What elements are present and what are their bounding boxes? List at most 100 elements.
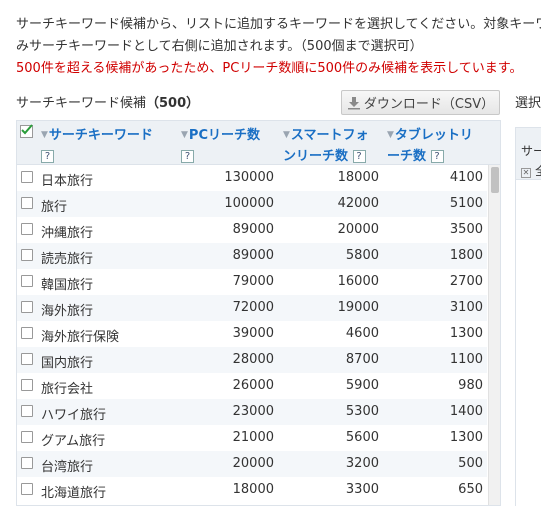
help-icon[interactable]: ? — [430, 150, 444, 163]
smartphone-reach-cell: 16000 — [337, 274, 379, 289]
pc-reach-cell: 20000 — [232, 456, 274, 471]
smartphone-reach-cell: 5900 — [345, 378, 379, 393]
smartphone-reach-cell: 8700 — [345, 352, 379, 367]
help-icon[interactable]: ? — [352, 150, 366, 163]
keyword-header-label: サーチキーワード — [48, 128, 153, 143]
tablet-reach-cell: 1400 — [449, 404, 483, 419]
smartphone-reach-cell: 4600 — [345, 326, 379, 341]
instructions: サーチキーワード候補から、リストに追加するキーワードを選択してください。対象キー… — [16, 14, 541, 80]
row-checkbox[interactable] — [21, 483, 33, 495]
selected-table-header: サー ✕ 全 — [516, 128, 541, 180]
row-checkbox[interactable] — [21, 301, 33, 313]
table-row[interactable]: 日本旅行 130000 18000 4100 — [17, 165, 487, 191]
tablet-header-line2: ーチ数 — [387, 149, 427, 164]
row-checkbox[interactable] — [21, 379, 33, 391]
download-icon — [347, 96, 360, 109]
tablet-reach-cell: 1800 — [449, 248, 483, 263]
row-checkbox[interactable] — [21, 353, 33, 365]
row-checkbox[interactable] — [21, 249, 33, 261]
keyword-cell: 国内旅行 — [41, 356, 94, 371]
remove-all-icon[interactable]: ✕ — [521, 168, 531, 178]
keyword-cell: グアム旅行 — [41, 434, 106, 449]
selected-section-title: 選択 — [515, 96, 541, 111]
row-checkbox[interactable] — [21, 327, 33, 339]
keyword-cell: 旅行 — [41, 200, 68, 215]
smartphone-reach-cell: 3300 — [345, 482, 379, 497]
pc-header-label: PCリーチ数 — [188, 128, 260, 143]
keyword-cell: 沖縄旅行 — [41, 226, 94, 241]
pc-reach-cell: 26000 — [232, 378, 274, 393]
table-row[interactable]: 北海道旅行 18000 3300 650 — [17, 477, 487, 503]
tablet-reach-cell: 4100 — [449, 170, 483, 185]
download-csv-button[interactable]: ダウンロード（CSV） — [341, 90, 500, 115]
keyword-cell: 海外旅行 — [41, 304, 94, 319]
tablet-reach-cell: 2700 — [449, 274, 483, 289]
keyword-cell: 読売旅行 — [41, 252, 94, 267]
column-header-smartphone-reach[interactable]: ▼スマートフォ ンリーチ数 ? — [283, 125, 369, 167]
pc-reach-cell: 21000 — [232, 430, 274, 445]
row-checkbox[interactable] — [21, 405, 33, 417]
help-icon[interactable]: ? — [41, 150, 54, 163]
tablet-reach-cell: 1300 — [449, 430, 483, 445]
sort-icon: ▼ — [283, 130, 290, 140]
keyword-cell: 韓国旅行 — [41, 278, 94, 293]
pc-reach-cell: 79000 — [232, 274, 274, 289]
pc-reach-cell: 28000 — [232, 352, 274, 367]
tablet-reach-cell: 1300 — [449, 326, 483, 341]
smartphone-reach-cell: 5300 — [345, 404, 379, 419]
smartphone-header-line2: ンリーチ数 — [283, 149, 349, 164]
candidate-count: （500） — [146, 96, 200, 111]
pc-reach-cell: 23000 — [232, 404, 274, 419]
warning-message: 500件を超える候補があったため、PCリーチ数順に500件のみ候補を表示していま… — [16, 61, 523, 76]
sort-icon: ▼ — [387, 130, 394, 140]
pc-reach-cell: 89000 — [232, 248, 274, 263]
remove-all-label[interactable]: 全 — [535, 164, 541, 178]
help-icon[interactable]: ? — [181, 150, 194, 163]
table-row[interactable]: 旅行 100000 42000 5100 — [17, 191, 487, 217]
download-label: ダウンロード（CSV） — [363, 97, 495, 112]
column-header-keyword[interactable]: ▼サーチキーワード ? — [41, 125, 153, 167]
table-row[interactable]: ハワイ旅行 23000 5300 1400 — [17, 399, 487, 425]
smartphone-reach-cell: 3200 — [345, 456, 379, 471]
row-checkbox[interactable] — [21, 223, 33, 235]
table-row[interactable]: 海外旅行 72000 19000 3100 — [17, 295, 487, 321]
table-row[interactable]: 旅行会社 26000 5900 980 — [17, 373, 487, 399]
scrollbar-thumb[interactable] — [491, 167, 499, 193]
column-header-tablet-reach[interactable]: ▼タブレットリ ーチ数 ? — [387, 125, 473, 167]
column-header-pc-reach[interactable]: ▼PCリーチ数 ? — [181, 125, 260, 167]
selected-keywords-panel: サー ✕ 全 — [515, 127, 541, 506]
tablet-reach-cell: 3500 — [449, 222, 483, 237]
smartphone-reach-cell: 19000 — [337, 300, 379, 315]
sort-icon: ▼ — [181, 130, 188, 140]
pc-reach-cell: 39000 — [232, 326, 274, 341]
row-checkbox[interactable] — [21, 431, 33, 443]
smartphone-reach-cell: 18000 — [337, 170, 379, 185]
table-row[interactable]: 読売旅行 89000 5800 1800 — [17, 243, 487, 269]
candidate-table: ▼サーチキーワード ? ▼PCリーチ数 ? ▼スマートフォ ンリーチ数 ? ▼タ… — [16, 120, 501, 506]
table-row[interactable]: 国内旅行 28000 8700 1100 — [17, 347, 487, 373]
table-header: ▼サーチキーワード ? ▼PCリーチ数 ? ▼スマートフォ ンリーチ数 ? ▼タ… — [17, 121, 500, 167]
table-row[interactable]: 韓国旅行 79000 16000 2700 — [17, 269, 487, 295]
table-row[interactable]: 沖縄旅行 89000 20000 3500 — [17, 217, 487, 243]
table-scrollbar[interactable] — [488, 165, 500, 505]
select-all-checkbox[interactable] — [20, 124, 33, 138]
smartphone-reach-cell: 20000 — [337, 222, 379, 237]
keyword-cell: 日本旅行 — [41, 174, 94, 189]
tablet-reach-cell: 5100 — [449, 196, 483, 211]
row-checkbox[interactable] — [21, 197, 33, 209]
row-checkbox[interactable] — [21, 457, 33, 469]
row-checkbox[interactable] — [21, 275, 33, 287]
table-row[interactable]: 海外旅行保険 39000 4600 1300 — [17, 321, 487, 347]
tablet-reach-cell: 980 — [458, 378, 483, 393]
selected-header-label: サー — [521, 144, 541, 158]
pc-reach-cell: 100000 — [224, 196, 274, 211]
keyword-cell: 北海道旅行 — [41, 486, 107, 501]
pc-reach-cell: 72000 — [232, 300, 274, 315]
row-checkbox[interactable] — [21, 171, 33, 183]
checkmark-icon — [21, 124, 33, 135]
instruction-line-2: みサーチキーワードとして右側に追加されます。（500個まで選択可） — [16, 39, 423, 54]
table-row[interactable]: 台湾旅行 20000 3200 500 — [17, 451, 487, 477]
table-row[interactable]: グアム旅行 21000 5600 1300 — [17, 425, 487, 451]
table-body: 日本旅行 130000 18000 4100 旅行 100000 42000 5100 沖縄旅行… — [17, 165, 487, 503]
instruction-line-1: サーチキーワード候補から、リストに追加するキーワードを選択してください。対象キー… — [16, 17, 541, 32]
